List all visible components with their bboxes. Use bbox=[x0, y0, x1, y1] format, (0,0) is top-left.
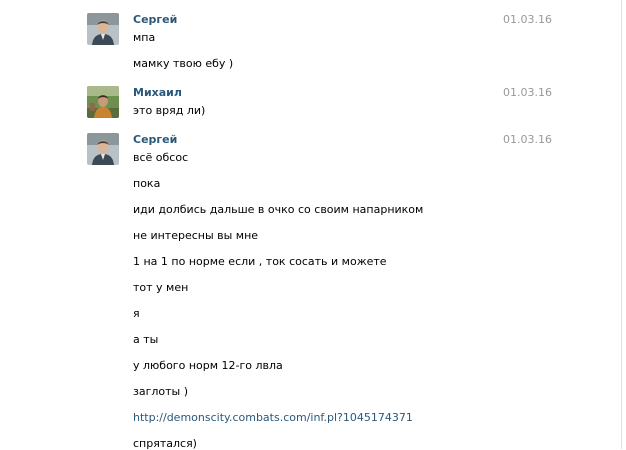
message-text: а ты bbox=[133, 333, 159, 346]
message-author[interactable]: Сергей bbox=[133, 133, 177, 146]
message-text: тот у мен bbox=[133, 281, 189, 294]
message-text: пока bbox=[133, 177, 161, 190]
message-text: это вряд ли) bbox=[133, 104, 206, 117]
message-text: 1 на 1 по норме если , ток сосать и може… bbox=[133, 255, 387, 268]
message-text: иди долбись дальше в очко со своим напар… bbox=[133, 203, 424, 216]
user-avatar-icon bbox=[87, 86, 119, 118]
avatar[interactable] bbox=[87, 133, 119, 165]
message-text: заглоты ) bbox=[133, 385, 189, 398]
panel-border bbox=[621, 0, 622, 449]
message-date[interactable]: 01.03.16 bbox=[503, 86, 552, 99]
message-text: я bbox=[133, 307, 140, 320]
avatar[interactable] bbox=[87, 13, 119, 45]
message-date[interactable]: 01.03.16 bbox=[503, 13, 552, 26]
message-text: всё обсос bbox=[133, 151, 189, 164]
message-text: мпа bbox=[133, 31, 156, 44]
message-author[interactable]: Михаил bbox=[133, 86, 182, 99]
user-avatar-icon bbox=[87, 133, 119, 165]
user-avatar-icon bbox=[87, 13, 119, 45]
avatar[interactable] bbox=[87, 86, 119, 118]
message-text: не интересны вы мне bbox=[133, 229, 259, 242]
message-text: мамку твою ебу ) bbox=[133, 57, 234, 70]
message-author[interactable]: Сергей bbox=[133, 13, 177, 26]
message-date[interactable]: 01.03.16 bbox=[503, 133, 552, 146]
message-text: у любого норм 12-го лвла bbox=[133, 359, 283, 372]
message-link[interactable]: http://demonscity.combats.com/inf.pl?104… bbox=[133, 411, 413, 424]
message-text: спрятался) bbox=[133, 437, 197, 450]
